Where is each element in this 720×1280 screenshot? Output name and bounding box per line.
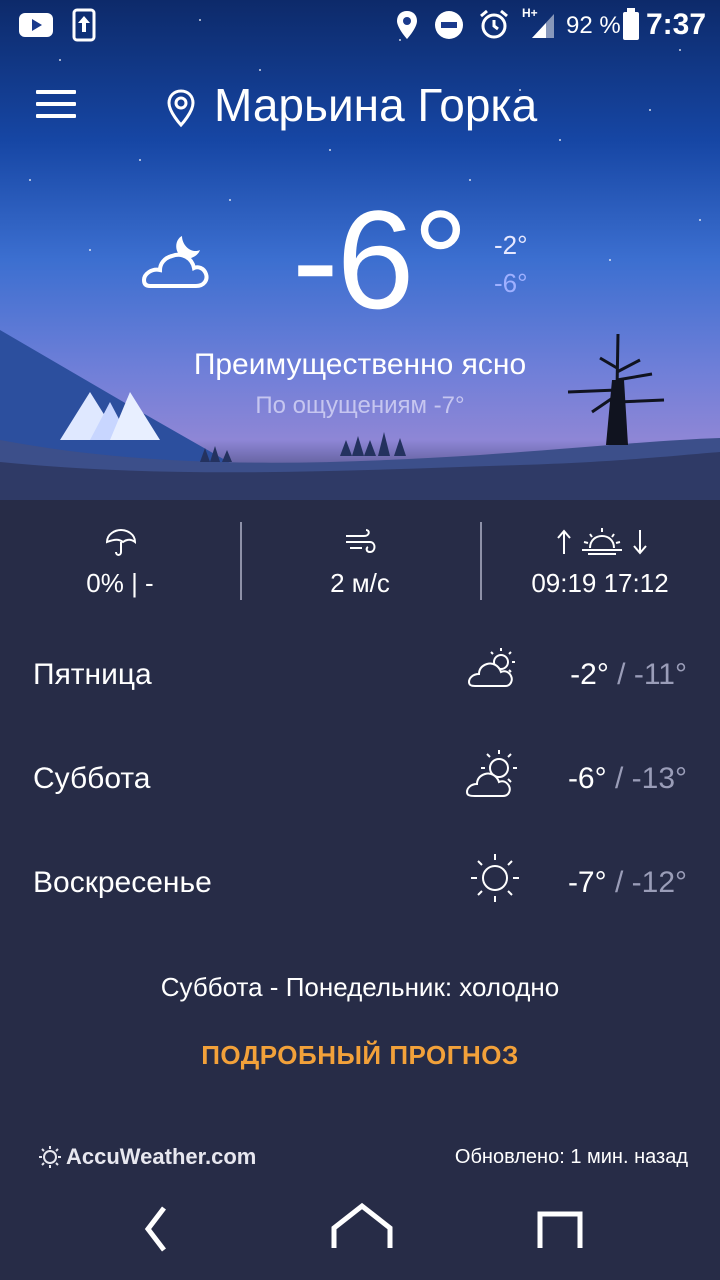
forecast-day-saturday[interactable]: Суббота -6° / -13° <box>0 734 720 838</box>
day-name: Суббота <box>33 762 151 795</box>
umbrella-icon <box>105 528 137 556</box>
temp-separator: / <box>614 866 624 899</box>
partly-cloudy-icon <box>467 648 515 687</box>
day-high: -7° <box>567 866 607 899</box>
battery-icon <box>623 8 639 40</box>
temp-separator: / <box>614 762 624 795</box>
day-temps: -6° / -13° <box>568 762 687 796</box>
day-temps: -2° / -11° <box>570 658 687 692</box>
day-high: -2° <box>570 658 609 691</box>
clock: 7:37 <box>645 8 706 41</box>
location-pin-icon <box>167 89 195 128</box>
weather-stats: 0% | - 2 м/с 09:19 17:12 <box>0 510 720 620</box>
brand-text: AccuWeather.com <box>66 1144 257 1169</box>
temp-separator: / <box>617 658 626 691</box>
hamburger-menu-icon[interactable] <box>36 90 76 120</box>
city-name[interactable]: Марьина Горка <box>214 78 537 132</box>
recent-apps-icon[interactable] <box>536 1210 584 1250</box>
stat-divider <box>480 522 482 600</box>
day-name: Воскресенье <box>33 866 212 899</box>
forecast-summary: Суббота - Понедельник: холодно <box>160 972 560 1002</box>
current-temperature: -6° <box>292 181 468 338</box>
signal-icon <box>532 14 554 38</box>
wind-value: 2 м/с <box>330 568 390 598</box>
upload-icon <box>72 8 96 42</box>
status-bar: H+ 92 % 7:37 <box>0 0 720 50</box>
partly-sunny-icon <box>465 750 517 797</box>
detailed-forecast-link[interactable]: ПОДРОБНЫЙ ПРОГНОЗ <box>0 1040 720 1071</box>
sun-times: 09:19 17:12 <box>531 568 669 598</box>
battery-percent: 92 % <box>566 12 621 39</box>
forecast-day-friday[interactable]: Пятница -2° / -11° <box>0 630 720 734</box>
do-not-disturb-icon <box>435 11 463 39</box>
today-low: -6° <box>494 268 528 298</box>
youtube-icon <box>19 13 53 37</box>
day-low: -11° <box>633 658 687 691</box>
accuweather-logo[interactable]: AccuWeather.com <box>38 1144 256 1170</box>
day-low: -13° <box>631 762 687 795</box>
day-temps: -7° / -12° <box>568 866 687 900</box>
cloud-moon-icon <box>141 236 209 288</box>
feels-like-text: По ощущениям -7° <box>255 392 465 419</box>
sunrise-sunset-icon <box>557 528 647 555</box>
navigation-bar <box>0 1190 720 1280</box>
updated-text: Обновлено: 1 мин. назад <box>454 1146 688 1168</box>
day-low: -12° <box>631 866 687 899</box>
alarm-icon <box>480 9 508 39</box>
forecast-day-sunday[interactable]: Воскресенье -7° / -12° <box>0 838 720 942</box>
precip-value: 0% | - <box>86 568 154 598</box>
day-high: -6° <box>567 762 607 795</box>
today-high: -2° <box>494 230 528 260</box>
home-icon[interactable] <box>330 1202 394 1250</box>
condition-text: Преимущественно ясно <box>193 348 527 381</box>
stat-divider <box>240 522 242 600</box>
sun-icon <box>471 854 519 902</box>
back-icon[interactable] <box>140 1204 170 1254</box>
accuweather-sun-icon <box>39 1146 61 1168</box>
wind-icon <box>346 529 376 554</box>
day-name: Пятница <box>33 658 152 691</box>
location-icon <box>397 11 417 39</box>
